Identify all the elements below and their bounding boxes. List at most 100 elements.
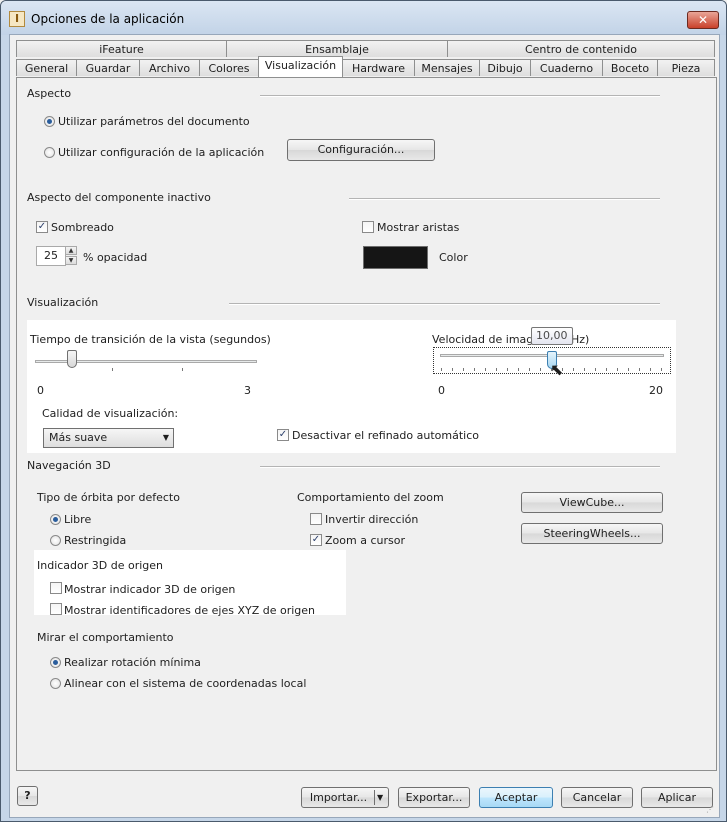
calidad-select[interactable]: Más suave ▼	[43, 428, 174, 448]
mirar-alinear-label: Alinear con el sistema de coordenadas lo…	[64, 677, 307, 690]
tick	[617, 368, 618, 371]
transicion-max: 3	[244, 384, 251, 397]
orbita-title: Tipo de órbita por defecto	[37, 491, 180, 504]
tick	[452, 368, 453, 371]
tick	[441, 368, 442, 371]
tab-archivo[interactable]: Archivo	[139, 59, 200, 76]
tab-visualizacion[interactable]: Visualización	[258, 56, 343, 77]
resize-grip-icon[interactable]: ⋰	[706, 805, 714, 814]
tick	[112, 368, 113, 371]
help-button[interactable]: ?	[17, 786, 38, 806]
tick	[463, 368, 464, 371]
zoom-invertir-checkbox[interactable]	[310, 513, 322, 525]
importar-button[interactable]: Importar... ▼	[301, 787, 389, 808]
transicion-min: 0	[37, 384, 44, 397]
color-swatch[interactable]	[363, 246, 428, 269]
tick	[496, 368, 497, 371]
sombreado-checkbox[interactable]: ✓	[36, 221, 48, 233]
tab-general[interactable]: General	[16, 59, 77, 76]
tab-row-top: iFeature Ensamblaje Centro de contenido	[16, 40, 715, 58]
tick	[628, 368, 629, 371]
indicador-mostrar-checkbox[interactable]	[50, 582, 62, 594]
steeringwheels-button[interactable]: SteeringWheels...	[521, 523, 663, 544]
opacidad-input[interactable]: 25	[36, 246, 66, 266]
calidad-select-value: Más suave	[49, 431, 108, 444]
tick	[639, 368, 640, 371]
mostrar-aristas-checkbox[interactable]	[362, 221, 374, 233]
divider	[229, 303, 660, 305]
cancelar-button[interactable]: Cancelar	[561, 787, 633, 808]
section-visualizacion-title: Visualización	[27, 296, 99, 309]
indicador-ejes-checkbox[interactable]	[50, 603, 62, 615]
zoom-title: Comportamiento del zoom	[297, 491, 444, 504]
title-bar: I Opciones de la aplicación ✕	[1, 1, 726, 35]
section-aspecto-title: Aspecto	[27, 87, 72, 100]
mirar-rotacion-label: Realizar rotación mínima	[64, 656, 201, 669]
zoom-invertir-label: Invertir dirección	[325, 513, 419, 526]
tab-dibujo[interactable]: Dibujo	[479, 59, 531, 76]
radio-mirar-rotacion[interactable]	[50, 657, 61, 668]
tab-cuaderno[interactable]: Cuaderno	[530, 59, 603, 76]
spin-up-icon[interactable]: ▲	[65, 246, 77, 255]
indicador-title: Indicador 3D de origen	[37, 559, 164, 572]
radio-orbita-libre[interactable]	[50, 514, 61, 525]
transicion-label: Tiempo de transición de la vista (segund…	[30, 333, 271, 346]
tab-ensamblaje[interactable]: Ensamblaje	[226, 40, 448, 57]
aplicar-button[interactable]: Aplicar	[641, 787, 713, 808]
viewcube-button[interactable]: ViewCube...	[521, 492, 663, 513]
tab-ifeature[interactable]: iFeature	[16, 40, 227, 57]
tab-boceto[interactable]: Boceto	[602, 59, 658, 76]
window-title: Opciones de la aplicación	[31, 12, 185, 26]
tick	[595, 368, 596, 371]
zoom-cursor-checkbox[interactable]: ✓	[310, 534, 322, 546]
tab-row-bottom: General Guardar Archivo Colores Visualiz…	[16, 56, 715, 77]
radio-doc-params-label: Utilizar parámetros del documento	[58, 115, 250, 128]
tick	[182, 368, 183, 371]
tick	[529, 368, 530, 371]
close-button[interactable]: ✕	[687, 11, 719, 29]
tab-pieza[interactable]: Pieza	[657, 59, 715, 76]
tick	[650, 368, 651, 371]
visualization-panel: Aspecto Utilizar parámetros del document…	[16, 77, 717, 771]
opacidad-label: % opacidad	[83, 251, 148, 264]
tab-mensajes[interactable]: Mensajes	[414, 59, 480, 76]
options-window: I Opciones de la aplicación ✕ iFeature E…	[0, 0, 727, 822]
help-icon: ?	[24, 789, 31, 802]
section-inactivo-title: Aspecto del componente inactivo	[27, 191, 211, 204]
mostrar-aristas-label: Mostrar aristas	[377, 221, 460, 234]
chevron-down-icon: ▼	[377, 793, 384, 802]
refinado-checkbox[interactable]: ✓	[277, 429, 289, 441]
divider	[374, 790, 375, 805]
tab-hardware[interactable]: Hardware	[342, 59, 415, 76]
aceptar-button[interactable]: Aceptar	[479, 787, 553, 808]
radio-mirar-alinear[interactable]	[50, 678, 61, 689]
config-button[interactable]: Configuración...	[287, 139, 435, 161]
transicion-slider-thumb[interactable]	[67, 350, 77, 368]
velocidad-tooltip: 10,00	[531, 327, 573, 345]
orbita-restringida-label: Restringida	[64, 534, 127, 547]
chevron-down-icon: ▼	[162, 433, 169, 442]
indicador-mostrar-label: Mostrar indicador 3D de origen	[64, 583, 236, 596]
spin-down-icon[interactable]: ▼	[65, 256, 77, 265]
section-nav3d-title: Navegación 3D	[27, 459, 111, 472]
tick	[540, 368, 541, 371]
mouse-cursor-icon: ⬉	[550, 360, 564, 379]
tick	[606, 368, 607, 371]
zoom-cursor-label: Zoom a cursor	[325, 534, 405, 547]
tab-centro-contenido[interactable]: Centro de contenido	[447, 40, 715, 57]
exportar-button[interactable]: Exportar...	[398, 787, 470, 808]
tick	[573, 368, 574, 371]
color-label: Color	[439, 251, 468, 264]
tick	[584, 368, 585, 371]
importar-label: Importar...	[309, 791, 368, 804]
sombreado-label: Sombreado	[51, 221, 114, 234]
tab-colores[interactable]: Colores	[199, 59, 259, 76]
radio-app-config-label: Utilizar configuración de la aplicación	[58, 146, 265, 159]
velocidad-min: 0	[438, 384, 445, 397]
radio-orbita-restringida[interactable]	[50, 535, 61, 546]
tick	[474, 368, 475, 371]
radio-app-config[interactable]	[44, 147, 55, 158]
tab-guardar[interactable]: Guardar	[76, 59, 140, 76]
tick	[661, 368, 662, 371]
radio-doc-params[interactable]	[44, 116, 55, 127]
